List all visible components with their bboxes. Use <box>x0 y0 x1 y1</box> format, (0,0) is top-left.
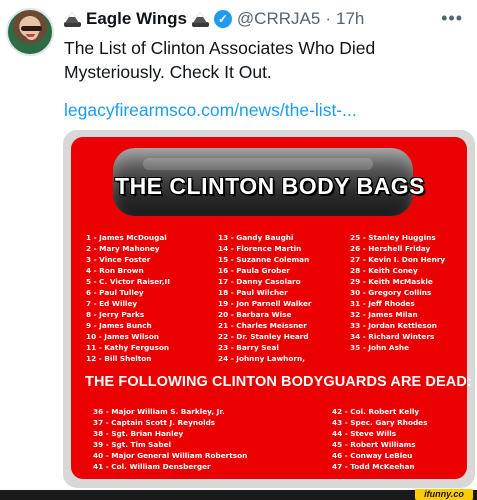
name-entry: 42 - Col. Robert Kelly <box>332 407 420 416</box>
bodyguards-heading: THE FOLLOWING CLINTON BODYGUARDS ARE DEA… <box>85 374 472 390</box>
mountain-emoji-icon <box>191 11 209 28</box>
names-column-3: 25 - Stanley Huggins 26 - Hershell Friday… <box>350 232 445 353</box>
name-entry: 32 - James Milan <box>350 310 418 319</box>
name-entry: 39 - Sgt. Tim Sabel <box>93 440 172 449</box>
tweet-text: The List of Clinton Associates Who Died … <box>64 38 376 82</box>
name-entry: 5 - C. Victor Raiser,II <box>86 277 170 286</box>
name-entry: 2 - Mary Mahoney <box>86 244 160 253</box>
user-handle[interactable]: @CRRJA5 <box>237 9 320 29</box>
name-entry: 46 - Conway LeBleu <box>332 451 413 460</box>
name-entry: 22 - Dr. Stanley Heard <box>218 332 309 341</box>
name-entry: 27 - Kevin I. Don Henry <box>350 255 446 264</box>
name-entry: 25 - Stanley Huggins <box>350 233 436 242</box>
name-entry: 21 - Charles Meissner <box>218 321 307 330</box>
name-entry: 14 - Florence Martin <box>218 244 302 253</box>
name-entry: 31 - Jeff Rhodes <box>350 299 415 308</box>
avatar[interactable] <box>6 8 54 56</box>
name-entry: 43 - Spec. Gary Rhodes <box>332 418 428 427</box>
name-entry: 12 - Bill Shelton <box>86 354 152 363</box>
watermark: ifunny.co <box>415 489 473 500</box>
bodyguards-column-1: 36 - Major William S. Barkley, Jr. 37 - C… <box>93 406 247 472</box>
more-options-icon[interactable]: ••• <box>441 8 463 29</box>
name-entry: 13 - Gandy Baughi <box>218 233 294 242</box>
name-entry: 30 - Gregory Collins <box>350 288 432 297</box>
mountain-emoji-icon <box>64 11 81 28</box>
name-entry: 34 - Richard Winters <box>350 332 435 341</box>
name-entry: 36 - Major William S. Barkley, Jr. <box>93 407 225 416</box>
name-entry: 10 - James Wilson <box>86 332 159 341</box>
name-entry: 47 - Todd McKeehan <box>332 462 415 471</box>
display-name[interactable]: Eagle Wings <box>86 9 187 29</box>
name-entry: 33 - Jordan Kettleson <box>350 321 437 330</box>
avatar-glasses <box>21 26 42 31</box>
names-column-2: 13 - Gandy Baughi 14 - Florence Martin 15 … <box>218 232 312 364</box>
name-entry: 17 - Danny Casolaro <box>218 277 301 286</box>
name-entry: 18 - Paul Wilcher <box>218 288 288 297</box>
name-entry: 15 - Suzanne Coleman <box>218 255 310 264</box>
name-entry: 9 - James Bunch <box>86 321 152 330</box>
name-entry: 35 - John Ashe <box>350 343 410 352</box>
verified-badge-icon: ✓ <box>213 10 232 28</box>
name-entry: 4 - Ron Brown <box>86 266 144 275</box>
name-entry: 8 - Jerry Parks <box>86 310 145 319</box>
tweet-header: Eagle Wings ✓ @CRRJA5 · 17h <box>64 8 364 30</box>
name-entry: 24 - Johnny Lawhorn, <box>218 354 305 363</box>
red-board: THE CLINTON BODY BAGS 1 - James McDougal… <box>71 137 472 479</box>
names-column-1: 1 - James McDougal 2 - Mary Mahoney 3 - Vi… <box>86 232 170 364</box>
tweet-card[interactable]: Eagle Wings ✓ @CRRJA5 · 17h ••• The List… <box>0 0 477 500</box>
name-entry: 45 - Robert Williams <box>332 440 416 449</box>
bodyguards-column-2: 42 - Col. Robert Kelly 43 - Spec. Gary Rh… <box>332 406 427 472</box>
name-entry: 11 - Kathy Ferguson <box>86 343 170 352</box>
name-entry: 29 - Keith McMaskle <box>350 277 433 286</box>
name-entry: 6 - Paul Tulley <box>86 288 144 297</box>
name-entry: 44 - Steve Wills <box>332 429 397 438</box>
bottom-bar <box>0 490 477 500</box>
name-entry: 7 - Ed Willey <box>86 299 138 308</box>
name-entry: 40 - Major General William Robertson <box>93 451 248 460</box>
name-entry: 20 - Barbara Wise <box>218 310 292 319</box>
name-entry: 23 - Barry Seal <box>218 343 279 352</box>
name-entry: 41 - Col. William Densberger <box>93 462 211 471</box>
separator-dot: · <box>325 9 331 28</box>
name-entry: 3 - Vince Foster <box>86 255 151 264</box>
name-entry: 16 - Paula Grober <box>218 266 290 275</box>
name-entry: 38 - Sgt. Brian Hanley <box>93 429 184 438</box>
timestamp[interactable]: 17h <box>336 9 364 29</box>
name-entry: 19 - Jon Parnell Walker <box>218 299 312 308</box>
tweet-link[interactable]: legacyfirearmsco.com/news/the-list-... <box>64 100 357 121</box>
image-title: THE CLINTON BODY BAGS <box>115 173 425 199</box>
name-entry: 28 - Keith Coney <box>350 266 418 275</box>
name-entry: 26 - Hershell Friday <box>350 244 431 253</box>
tweet-image[interactable]: THE CLINTON BODY BAGS 1 - James McDougal… <box>63 130 475 488</box>
name-entry: 37 - Captain Scott J. Reynolds <box>93 418 216 427</box>
name-entry: 1 - James McDougal <box>86 233 167 242</box>
